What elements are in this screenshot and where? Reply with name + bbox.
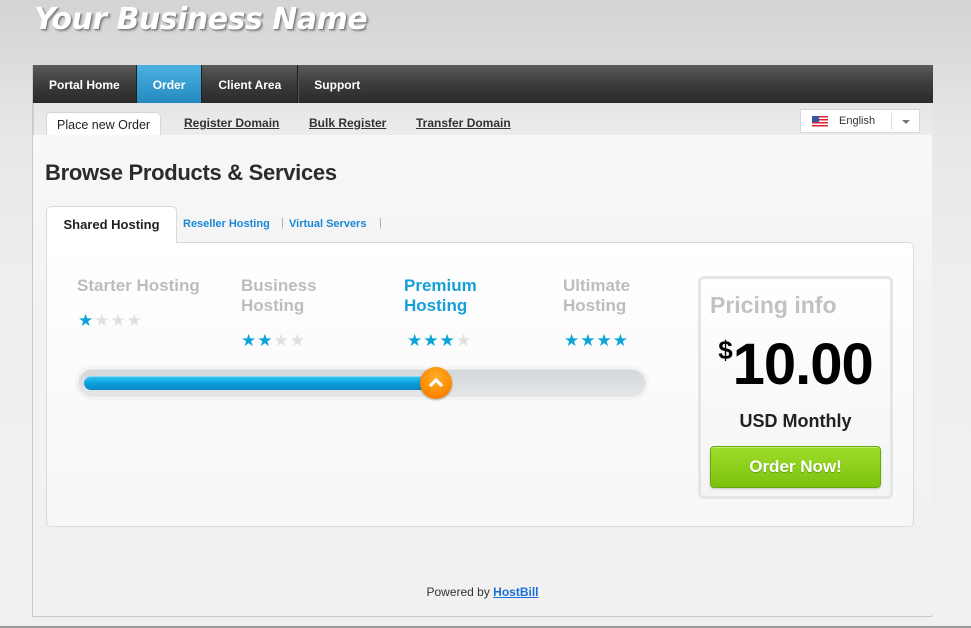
- us-flag-icon: [812, 116, 828, 127]
- tab-separator: |: [281, 217, 284, 229]
- tab-reseller-hosting[interactable]: Reseller Hosting: [183, 218, 270, 230]
- star-filled-icon: ★: [439, 331, 456, 350]
- plan-rating: ★★★★: [407, 332, 472, 350]
- star-empty-icon: ★: [289, 331, 306, 350]
- plan-rating: ★★★★: [241, 332, 306, 350]
- billing-period: USD Monthly: [739, 411, 852, 431]
- star-empty-icon: ★: [110, 311, 127, 330]
- nav-portal-home[interactable]: Portal Home: [33, 65, 137, 103]
- tab-virtual-servers[interactable]: Virtual Servers: [289, 218, 366, 230]
- page-title: Browse Products & Services: [45, 160, 337, 185]
- star-filled-icon: ★: [564, 331, 581, 350]
- star-empty-icon: ★: [126, 311, 143, 330]
- star-empty-icon: ★: [94, 311, 111, 330]
- tab-shared-hosting[interactable]: Shared Hosting: [46, 206, 177, 243]
- star-filled-icon: ★: [241, 331, 258, 350]
- main-frame: Portal Home Order Client Area Support Pl…: [32, 65, 933, 617]
- slider-fill: [84, 376, 436, 390]
- price: $10.00: [701, 331, 890, 398]
- product-panel: Starter Hosting ★★★★ Business Hosting ★★…: [46, 242, 914, 527]
- star-empty-icon: ★: [455, 331, 472, 350]
- language-label: English: [839, 115, 876, 127]
- sub-navigation: Place new Order Register Domain Bulk Reg…: [33, 103, 932, 136]
- pricing-title: Pricing info: [710, 292, 837, 318]
- link-bulk-register[interactable]: Bulk Register: [309, 116, 386, 130]
- chevron-up-icon: [429, 378, 443, 387]
- price-amount: 10.00: [732, 332, 874, 397]
- pricing-box: Pricing info $10.00 USD Monthly Order No…: [698, 276, 893, 499]
- star-filled-icon: ★: [407, 331, 424, 350]
- footer: Powered by HostBill: [33, 585, 932, 599]
- star-filled-icon: ★: [612, 331, 629, 350]
- plan-ultimate-hosting[interactable]: Ultimate Hosting: [563, 276, 663, 316]
- plan-rating: ★★★★: [564, 332, 629, 350]
- link-register-domain[interactable]: Register Domain: [184, 116, 279, 130]
- plan-slider[interactable]: [78, 367, 646, 399]
- hostbill-link[interactable]: HostBill: [493, 585, 538, 599]
- content-area: Browse Products & Services Shared Hostin…: [33, 135, 932, 615]
- star-filled-icon: ★: [78, 311, 95, 330]
- star-filled-icon: ★: [257, 331, 274, 350]
- business-name-logo[interactable]: Your Business Name: [34, 2, 368, 37]
- nav-client-area[interactable]: Client Area: [202, 65, 299, 103]
- plan-starter-hosting[interactable]: Starter Hosting: [77, 276, 217, 296]
- order-now-button[interactable]: Order Now!: [710, 446, 881, 488]
- language-select[interactable]: English: [800, 109, 920, 133]
- footer-prefix: Powered by: [426, 585, 494, 599]
- currency-symbol: $: [718, 335, 733, 365]
- plan-rating: ★★★★: [78, 312, 143, 330]
- tab-place-new-order[interactable]: Place new Order: [46, 112, 162, 136]
- nav-support[interactable]: Support: [298, 65, 376, 103]
- plan-business-hosting[interactable]: Business Hosting: [241, 276, 341, 316]
- star-filled-icon: ★: [596, 331, 613, 350]
- language-divider: [891, 113, 892, 130]
- plan-premium-hosting[interactable]: Premium Hosting: [404, 276, 504, 316]
- chevron-down-icon[interactable]: [902, 120, 910, 124]
- tab-separator: |: [379, 217, 382, 229]
- link-transfer-domain[interactable]: Transfer Domain: [416, 116, 511, 130]
- star-filled-icon: ★: [580, 331, 597, 350]
- star-empty-icon: ★: [273, 331, 290, 350]
- top-navigation: Portal Home Order Client Area Support: [33, 65, 933, 103]
- nav-order[interactable]: Order: [136, 65, 203, 103]
- star-filled-icon: ★: [423, 331, 440, 350]
- slider-handle[interactable]: [420, 367, 452, 399]
